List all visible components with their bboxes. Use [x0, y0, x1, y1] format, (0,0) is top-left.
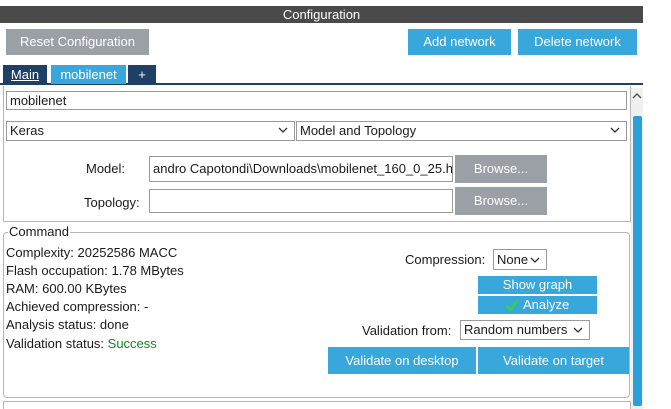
model-path-input[interactable]: andro Capotondi\Downloads\mobilenet_160_… — [149, 156, 453, 182]
compression-select[interactable]: None — [493, 249, 547, 270]
achieved-compression-text: Achieved compression: - — [6, 299, 149, 314]
add-network-button[interactable]: Add network — [408, 29, 511, 55]
page-title: Configuration — [0, 6, 643, 23]
analyze-label: Analyze — [523, 297, 570, 312]
model-type-select[interactable]: Model and Topology — [296, 121, 627, 141]
show-graph-button[interactable]: Show graph — [478, 276, 597, 294]
flash-occupation-text: Flash occupation: 1.78 MBytes — [6, 263, 184, 278]
validation-from-label: Validation from: — [362, 323, 452, 338]
command-group-legend: Command — [8, 224, 70, 239]
right-margin — [643, 0, 671, 409]
validation-status-label: Validation status: — [6, 336, 108, 351]
ram-text: RAM: 600.00 KBytes — [6, 281, 127, 296]
tab-mobilenet[interactable]: mobilenet — [51, 65, 126, 84]
chevron-down-icon — [573, 327, 583, 333]
validation-from-select-value: Random numbers — [464, 322, 568, 337]
validation-from-select[interactable]: Random numbers — [460, 320, 590, 340]
reset-configuration-button[interactable]: Reset Configuration — [6, 29, 149, 55]
chevron-down-icon — [278, 127, 288, 133]
check-icon — [505, 299, 519, 312]
model-type-select-value: Model and Topology — [300, 123, 417, 138]
compression-select-value: None — [497, 252, 529, 267]
validate-on-target-button[interactable]: Validate on target — [478, 347, 629, 374]
tab-add[interactable]: + — [128, 65, 156, 84]
tab-main[interactable]: Main — [3, 65, 47, 84]
validate-on-desktop-button[interactable]: Validate on desktop — [328, 347, 476, 374]
framework-select-value: Keras — [10, 123, 44, 138]
analysis-status-text: Analysis status: done — [6, 317, 129, 332]
topology-label: Topology: — [84, 195, 140, 210]
analyze-button[interactable]: Analyze — [478, 296, 597, 314]
scroll-up-arrow-icon[interactable] — [632, 90, 642, 102]
network-name-input[interactable]: mobilenet — [6, 91, 627, 110]
compression-label: Compression: — [405, 252, 486, 267]
validation-status-value: Success — [107, 336, 157, 351]
model-label: Model: — [86, 161, 126, 176]
framework-select[interactable]: Keras — [6, 121, 295, 141]
chevron-down-icon — [610, 127, 620, 133]
validation-status-text: Validation status: Success — [6, 336, 157, 351]
next-panel-edge — [3, 401, 631, 409]
chevron-down-icon — [530, 257, 540, 263]
delete-network-button[interactable]: Delete network — [518, 29, 637, 55]
browse-model-button[interactable]: Browse... — [455, 155, 547, 183]
browse-topology-button[interactable]: Browse... — [455, 187, 547, 215]
complexity-text: Complexity: 20252586 MACC — [6, 245, 178, 260]
scrollbar-thumb[interactable] — [633, 116, 642, 406]
topology-input[interactable] — [149, 189, 453, 213]
